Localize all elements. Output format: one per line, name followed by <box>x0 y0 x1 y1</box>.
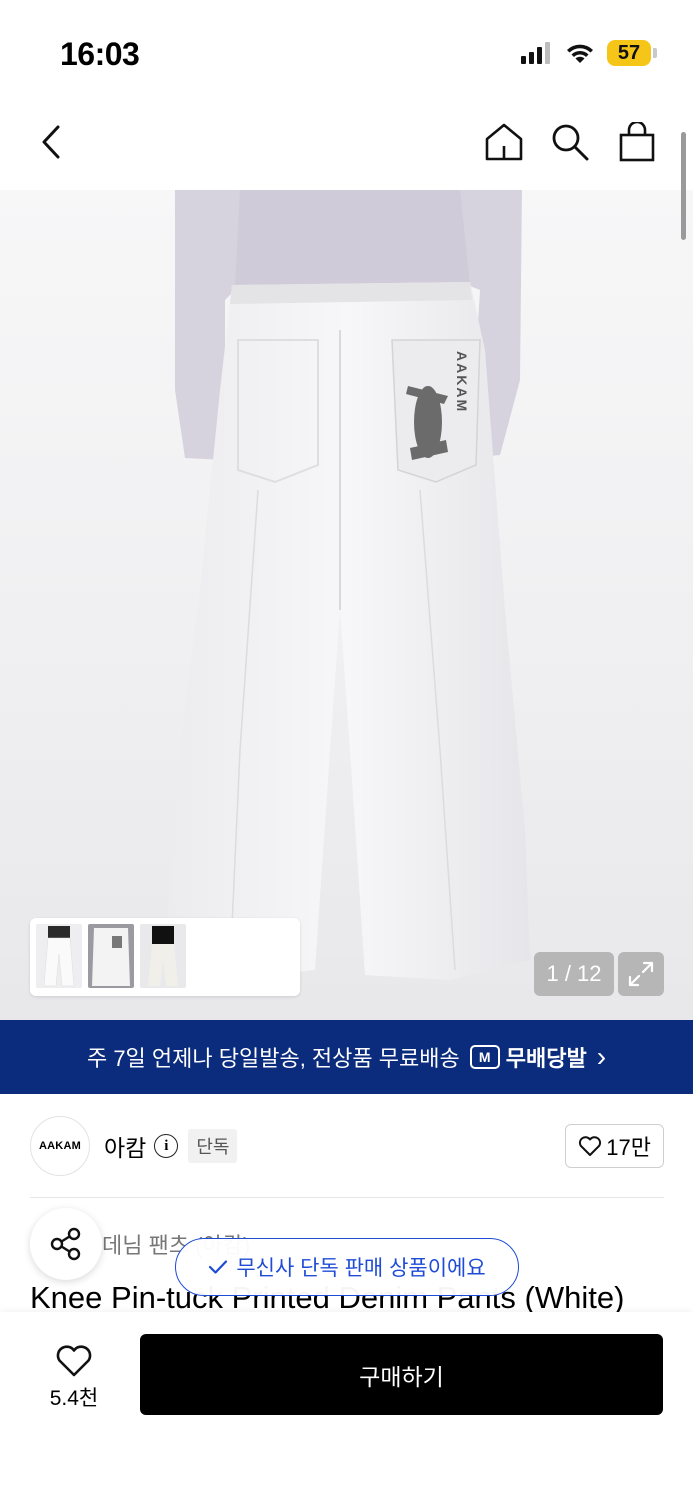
share-icon <box>50 1227 81 1261</box>
promo-brand-name: 무배당발 <box>505 1046 587 1071</box>
brand-logo[interactable]: AAKAM <box>30 1116 90 1176</box>
product-like-button[interactable]: 5.4천 <box>30 1338 118 1418</box>
brand-like-button[interactable]: 17만 <box>565 1124 664 1168</box>
battery-icon: 57 <box>607 40 657 66</box>
product-like-count: 5.4천 <box>49 1387 99 1410</box>
status-time: 16:03 <box>60 36 140 72</box>
nav-bar <box>0 100 693 190</box>
battery-tip <box>653 48 657 58</box>
status-bar: 16:03 57 <box>0 0 693 100</box>
home-icon <box>485 123 523 161</box>
promo-text: 주 7일 언제나 당일발송, 전상품 무료배송 <box>86 1046 460 1071</box>
thumbnail-strip <box>30 918 300 996</box>
thumbnail-2[interactable] <box>88 924 134 988</box>
heart-icon <box>579 1136 602 1156</box>
back-button[interactable] <box>26 116 78 168</box>
thumbnail-1[interactable] <box>36 924 82 988</box>
signal-icon <box>521 42 550 64</box>
pocket-print-text: AAKAM <box>454 351 470 414</box>
delivery-promo-banner[interactable]: 주 7일 언제나 당일발송, 전상품 무료배송 M 무배당발 › <box>0 1020 693 1094</box>
page-scrollbar[interactable] <box>681 132 686 240</box>
exclusive-badge: 단독 <box>188 1129 238 1163</box>
image-counter: 1 / 12 <box>534 952 614 996</box>
home-button[interactable] <box>478 116 530 168</box>
divider <box>30 1197 664 1198</box>
shopping-bag-button[interactable] <box>611 116 663 168</box>
back-icon <box>42 125 60 159</box>
bottom-action-bar: 5.4천 구매하기 <box>0 1312 693 1500</box>
check-icon <box>209 1260 228 1274</box>
brand-like-count: 17만 <box>606 1135 651 1160</box>
shopping-bag-icon <box>619 122 655 162</box>
brand-name[interactable]: 아캄 <box>104 1129 146 1163</box>
heart-icon <box>56 1345 92 1377</box>
expand-image-button[interactable] <box>618 952 664 996</box>
expand-icon <box>628 961 654 987</box>
product-image[interactable]: AAKAM <box>0 190 693 1020</box>
exclusive-toast: 무신사 단독 판매 상품이에요 <box>175 1238 519 1296</box>
toast-text: 무신사 단독 판매 상품이에요 <box>236 1257 486 1280</box>
battery-level: 57 <box>607 40 651 66</box>
product-photo <box>165 190 530 980</box>
delivery-truck-icon: M <box>469 1045 500 1069</box>
brand-row: AAKAM 아캄 i 단독 17만 <box>30 1116 664 1176</box>
wifi-icon <box>567 44 593 63</box>
buy-button[interactable]: 구매하기 <box>140 1334 663 1415</box>
info-icon[interactable]: i <box>154 1134 179 1158</box>
promo-brand: M 무배당발 <box>469 1041 587 1073</box>
status-icons: 57 <box>521 40 657 66</box>
chevron-right-icon: › <box>596 1041 607 1072</box>
thumbnail-3[interactable] <box>140 924 186 988</box>
search-button[interactable] <box>544 116 596 168</box>
search-icon <box>552 124 589 161</box>
share-button[interactable] <box>30 1208 102 1280</box>
